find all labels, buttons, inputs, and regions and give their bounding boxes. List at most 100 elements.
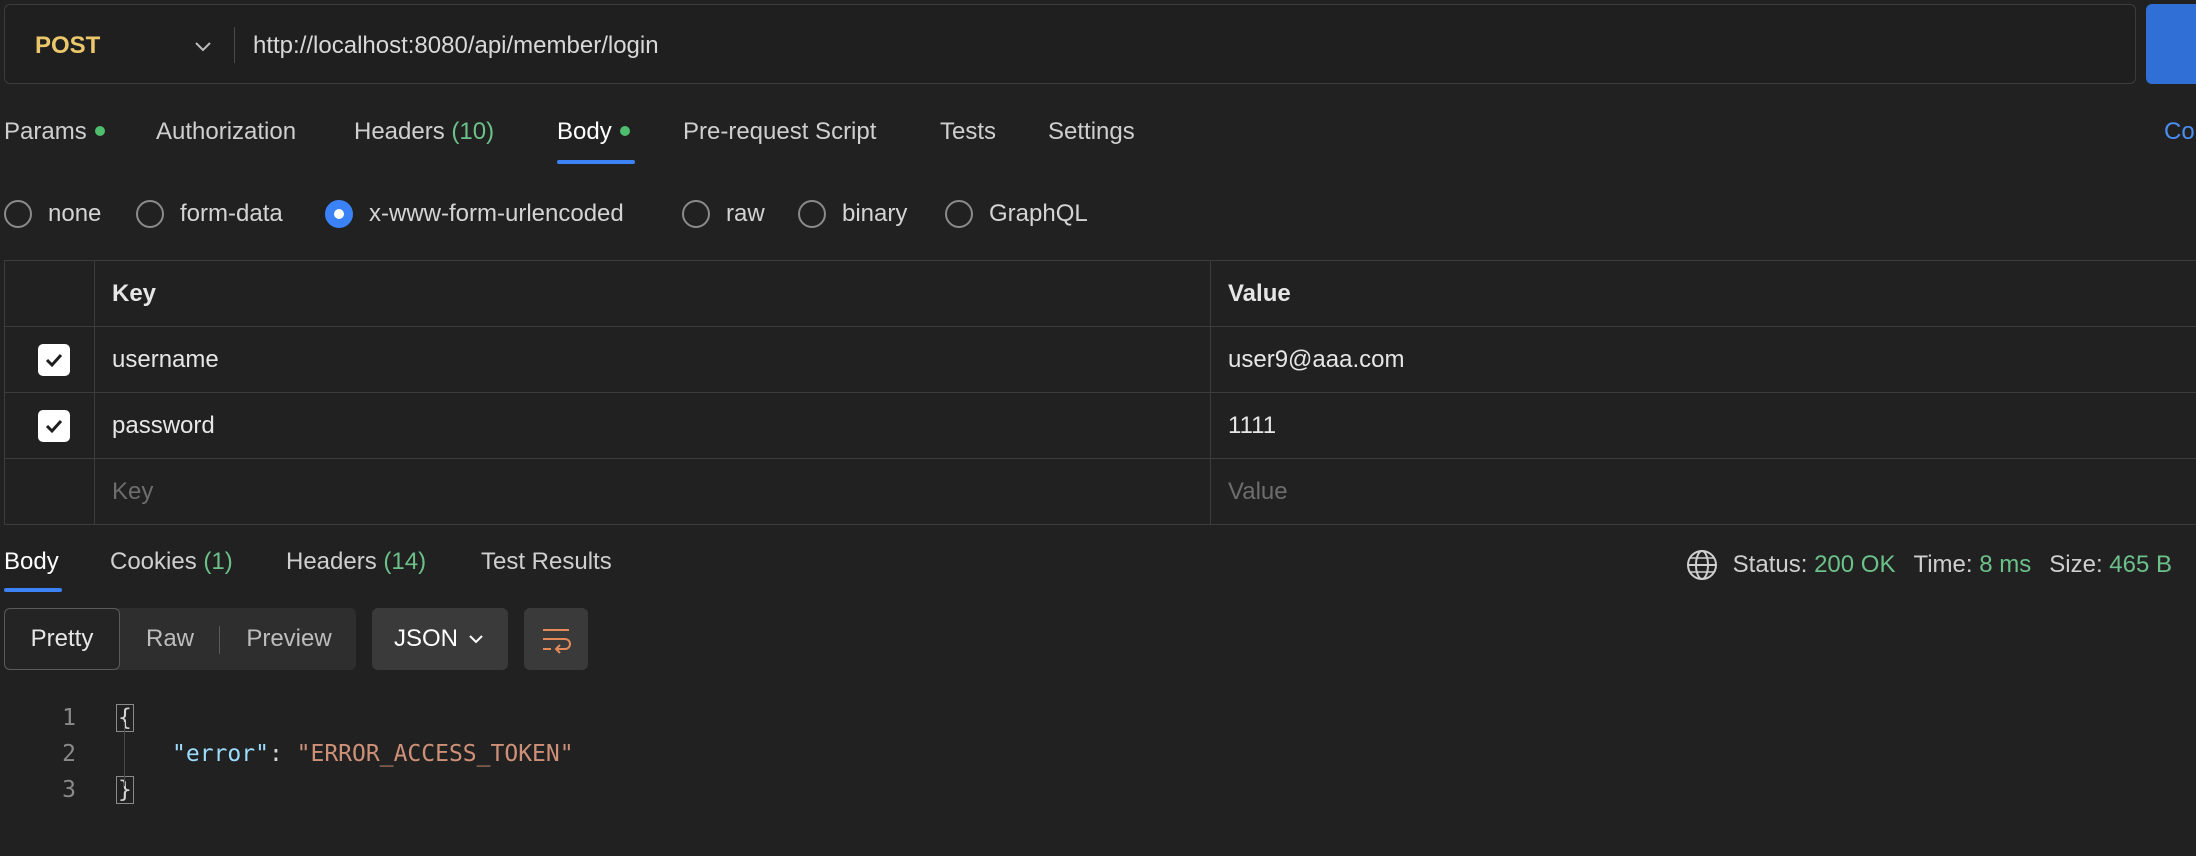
tab-headers-count: (10) — [451, 118, 495, 145]
response-tab-test-results-label: Test Results — [481, 548, 612, 575]
row-check-cell — [5, 393, 95, 459]
new-key-input[interactable]: Key — [95, 459, 1211, 525]
tab-tests-label: Tests — [940, 118, 997, 145]
radio-circle — [136, 200, 164, 228]
method-dropdown[interactable]: POST — [5, 5, 232, 83]
code-line: 1 { — [0, 700, 2196, 736]
wrap-lines-icon — [543, 629, 571, 654]
tab-body[interactable]: Body — [557, 118, 630, 146]
radio-binary-label: binary — [842, 200, 908, 227]
code-line: 3 } — [0, 772, 2196, 808]
response-status: Status: 200 OK Time: 8 ms Size: 465 B — [1685, 548, 2172, 582]
format-select[interactable]: JSON — [372, 608, 508, 670]
radio-x-www-form-urlencoded[interactable]: x-www-form-urlencoded — [325, 194, 624, 234]
tab-params[interactable]: Params — [4, 118, 105, 146]
time-value[interactable]: 8 ms — [1979, 551, 2031, 579]
code-line: 2 "error": "ERROR_ACCESS_TOKEN" — [0, 736, 2196, 772]
request-tabs: Params Authorization Headers (10) Body P… — [0, 110, 2196, 166]
send-button[interactable] — [2146, 4, 2196, 84]
tab-tests[interactable]: Tests — [940, 118, 996, 146]
chevron-down-icon — [195, 42, 211, 52]
active-tab-underline — [557, 160, 635, 164]
table-row-empty: Key Value — [4, 459, 2196, 525]
tab-settings-label: Settings — [1048, 118, 1135, 145]
response-active-underline — [4, 588, 62, 592]
indent-guide — [124, 722, 125, 786]
response-tab-headers[interactable]: Headers (14) — [286, 548, 426, 576]
url-divider — [234, 27, 235, 63]
segment-divider — [219, 626, 220, 654]
cookies-link[interactable]: Co — [2164, 118, 2195, 146]
response-body-viewer[interactable]: 1 { 2 "error": "ERROR_ACCESS_TOKEN" 3 } — [0, 700, 2196, 808]
response-tab-body-label: Body — [4, 548, 59, 575]
tab-params-label: Params — [4, 118, 87, 145]
response-tab-cookies[interactable]: Cookies (1) — [110, 548, 233, 576]
json-colon: : — [268, 741, 297, 767]
table-row: password 1111 — [4, 393, 2196, 459]
header-check-cell — [5, 261, 95, 327]
size-label: Size: — [2049, 551, 2103, 578]
response-tab-cookies-label: Cookies — [110, 548, 197, 575]
row-checkbox[interactable] — [37, 410, 70, 442]
status-label: Status: — [1732, 551, 1808, 578]
request-url-bar: POST http://localhost:8080/api/member/lo… — [4, 4, 2136, 84]
response-tab-body[interactable]: Body — [4, 548, 59, 576]
tab-authorization[interactable]: Authorization — [156, 118, 296, 146]
tab-headers-label: Headers — [354, 118, 445, 145]
radio-form-data-label: form-data — [180, 200, 283, 227]
tab-pre-request-label: Pre-request Script — [683, 118, 877, 145]
checkmark-icon — [45, 353, 62, 368]
tab-body-label: Body — [557, 118, 612, 145]
globe-icon[interactable] — [1685, 548, 1719, 582]
tab-pre-request-script[interactable]: Pre-request Script — [683, 118, 876, 146]
chevron-down-icon — [469, 635, 483, 644]
header-value: Value — [1228, 280, 1291, 307]
tab-settings[interactable]: Settings — [1048, 118, 1135, 146]
size-value[interactable]: 465 B — [2109, 551, 2172, 579]
radio-binary[interactable]: binary — [798, 194, 907, 234]
new-value-input[interactable]: Value — [1211, 459, 2196, 525]
radio-raw-label: raw — [726, 200, 765, 227]
tab-authorization-label: Authorization — [156, 118, 297, 145]
row-value[interactable]: 1111 — [1211, 393, 2196, 459]
response-tab-cookies-count: (1) — [203, 548, 233, 575]
radio-none-label: none — [48, 200, 102, 227]
view-mode-segmented: Pretty Raw Preview — [4, 608, 356, 670]
radio-urlencoded-label: x-www-form-urlencoded — [369, 200, 624, 227]
view-preview-button[interactable]: Preview — [224, 608, 354, 670]
url-input[interactable]: http://localhost:8080/api/member/login — [253, 32, 659, 60]
json-key: "error" — [172, 741, 269, 767]
row-key[interactable]: username — [95, 327, 1211, 393]
radio-graphql[interactable]: GraphQL — [945, 194, 1088, 234]
row-value[interactable]: user9@aaa.com — [1211, 327, 2196, 393]
status-value[interactable]: 200 OK — [1814, 551, 1895, 579]
response-tab-test-results[interactable]: Test Results — [481, 548, 612, 576]
radio-raw[interactable]: raw — [682, 194, 765, 234]
radio-circle — [682, 200, 710, 228]
response-tab-headers-label: Headers — [286, 548, 377, 575]
line-number: 2 — [62, 741, 76, 767]
radio-circle — [4, 200, 32, 228]
response-tab-headers-count: (14) — [383, 548, 427, 575]
view-raw-button[interactable]: Raw — [120, 608, 220, 670]
format-select-label: JSON — [393, 625, 458, 652]
radio-graphql-label: GraphQL — [989, 200, 1088, 227]
row-key[interactable]: password — [95, 393, 1211, 459]
table-header-row: Key Value — [4, 261, 2196, 327]
params-indicator-dot — [94, 125, 105, 136]
radio-circle — [945, 200, 973, 228]
row-check-cell — [5, 459, 95, 525]
line-number: 3 — [62, 777, 76, 803]
params-table: Key Value username user9@aaa.com passwor… — [4, 260, 2196, 525]
row-checkbox[interactable] — [37, 344, 70, 376]
radio-none[interactable]: none — [4, 194, 101, 234]
time-label: Time: — [1913, 551, 1973, 578]
header-key: Key — [95, 261, 1211, 327]
line-number: 1 — [62, 705, 76, 731]
radio-circle — [798, 200, 826, 228]
radio-circle-selected — [325, 200, 353, 228]
radio-form-data[interactable]: form-data — [136, 194, 283, 234]
view-pretty-button[interactable]: Pretty — [4, 608, 120, 670]
tab-headers[interactable]: Headers (10) — [354, 118, 494, 146]
wrap-lines-button[interactable] — [524, 608, 588, 670]
